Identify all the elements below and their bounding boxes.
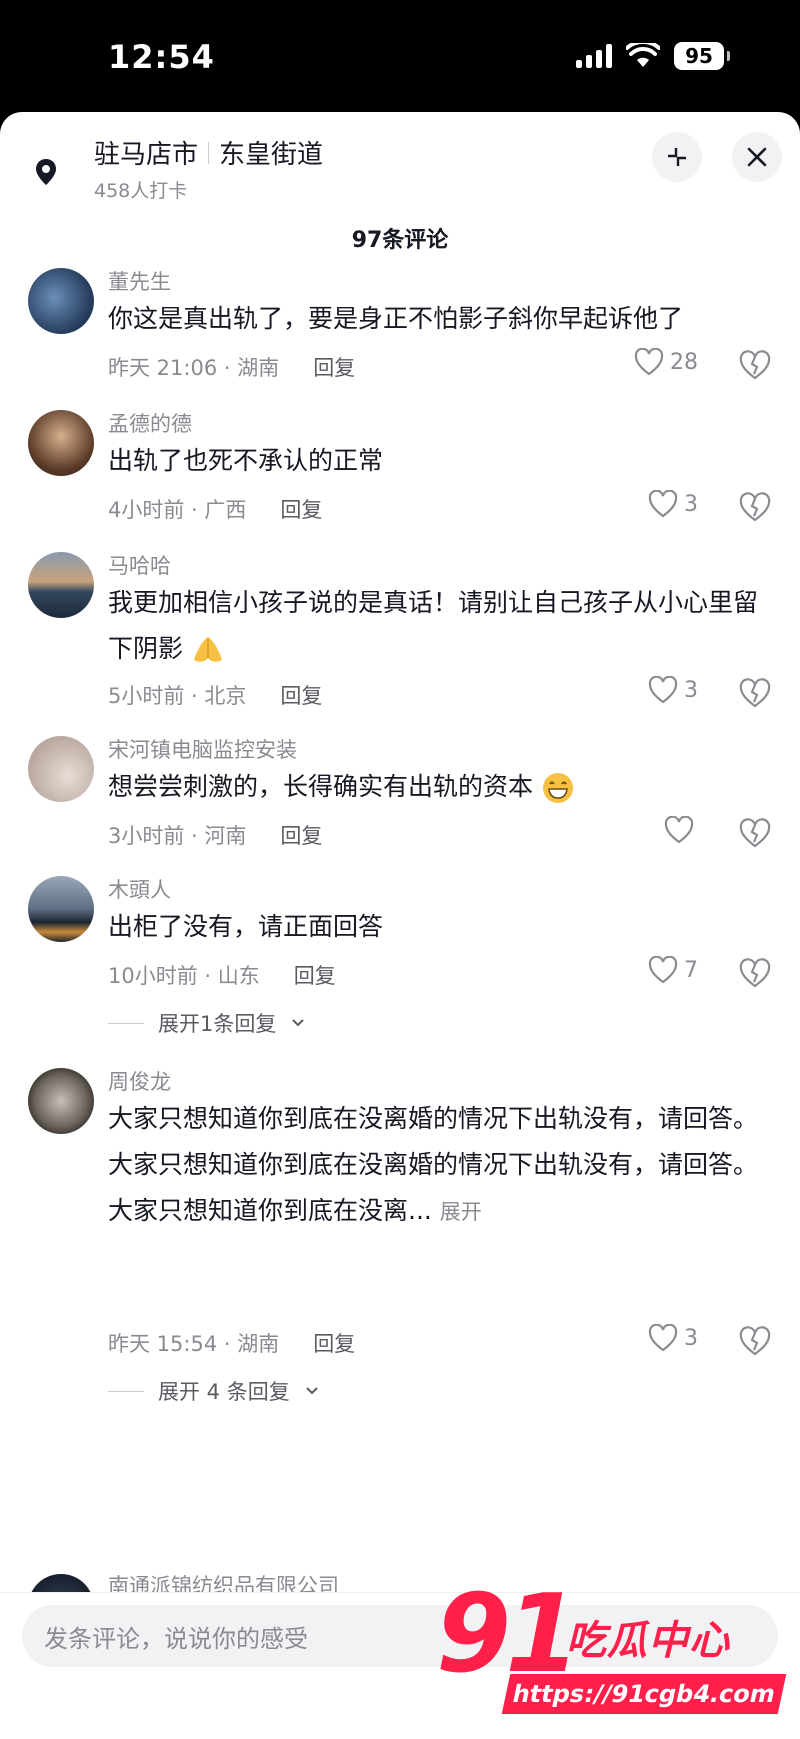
reply-button[interactable]: 回复 [294, 964, 336, 988]
comment-author[interactable]: 马哈哈 [108, 550, 171, 580]
comment-time-location: 10小时前 · 山东 [108, 964, 260, 988]
collapse-button[interactable] [652, 132, 702, 182]
comment-text: 大家只想知道你到底在没离婚的情况下出轨没有，请回答。 大家只想知道你到底在没离婚… [108, 1096, 768, 1235]
reply-button[interactable]: 回复 [313, 356, 355, 380]
reply-button[interactable]: 回复 [280, 498, 322, 522]
status-time: 12:54 [108, 38, 215, 76]
checkin-count: 458人打卡 [94, 180, 188, 202]
comment-time-location: 5小时前 · 北京 [108, 684, 247, 708]
reply-button[interactable]: 回复 [280, 824, 322, 848]
location-title: 驻马店市 东皇街道 [94, 134, 323, 171]
chevron-down-icon [306, 1387, 318, 1395]
status-bar: 12:54 95 [0, 0, 800, 112]
watermark-logo: 91 吃瓜中心 https://91cgb4.com [436, 1580, 796, 1730]
like-button[interactable]: 28 [634, 348, 698, 376]
broken-heart-icon[interactable] [738, 1324, 772, 1358]
comment-meta: 4小时前 · 广西 回复 [108, 494, 322, 524]
comment-meta: 3小时前 · 河南 回复 [108, 820, 322, 850]
watermark-url: https://91cgb4.com [501, 1674, 787, 1714]
like-count: 3 [684, 1325, 698, 1351]
avatar[interactable] [28, 1068, 94, 1134]
broken-heart-icon[interactable] [738, 348, 772, 382]
signal-icon [576, 44, 612, 68]
comment-author[interactable]: 周俊龙 [108, 1066, 171, 1096]
comment-time-location: 昨天 21:06 · 湖南 [108, 356, 280, 380]
location-pin-icon [36, 159, 56, 185]
comment-text: 出柜了没有，请正面回答 [108, 912, 384, 941]
battery-indicator: 95 [674, 42, 730, 70]
expand-replies-label: 展开 4 条回复 [158, 1380, 290, 1404]
comment-author[interactable]: 木頭人 [108, 874, 171, 904]
heart-icon [648, 676, 678, 704]
comment-time-location: 昨天 15:54 · 湖南 [108, 1332, 280, 1356]
watermark-brand: 吃瓜中心 [566, 1618, 730, 1664]
like-button[interactable]: 3 [648, 490, 698, 518]
expand-replies-button[interactable]: 展开1条回复 [108, 1008, 306, 1038]
like-count: 3 [684, 677, 698, 703]
broken-heart-icon[interactable] [738, 676, 772, 710]
avatar[interactable] [28, 268, 94, 334]
expand-replies-button[interactable]: 展开 4 条回复 [108, 1376, 320, 1406]
expand-text-button[interactable]: 展开 [440, 1200, 482, 1224]
comment-meta: 昨天 21:06 · 湖南 回复 [108, 352, 355, 382]
chevron-down-icon [292, 1019, 305, 1027]
comment-meta: 10小时前 · 山东 回复 [108, 960, 336, 990]
close-icon [747, 147, 767, 167]
reply-button[interactable]: 回复 [313, 1332, 355, 1356]
reply-button[interactable]: 回复 [280, 684, 322, 708]
status-icons: 95 [576, 42, 730, 70]
close-button[interactable] [732, 132, 782, 182]
comment-text-line: 大家只想知道你到底在没离婚的情况下出轨没有，请回答。 [108, 1150, 759, 1179]
comment-author[interactable]: 宋河镇电脑监控安装 [108, 734, 297, 764]
heart-icon [648, 490, 678, 518]
heart-icon [664, 816, 694, 844]
avatar[interactable] [28, 410, 94, 476]
comment-text: 我更加相信小孩子说的是真话！请别让自己孩子从小心里留下阴影 [108, 580, 768, 672]
like-count: 28 [670, 349, 698, 375]
comment-meta: 昨天 15:54 · 湖南 回复 [108, 1328, 355, 1358]
heart-icon [648, 1324, 678, 1352]
broken-heart-icon[interactable] [738, 490, 772, 524]
avatar[interactable] [28, 876, 94, 942]
expand-replies-label: 展开1条回复 [158, 1012, 277, 1036]
divider [208, 141, 210, 164]
like-count: 7 [684, 957, 698, 983]
grin-emoji-icon [542, 773, 573, 803]
avatar[interactable] [28, 736, 94, 802]
heart-icon [648, 956, 678, 984]
avatar[interactable] [28, 552, 94, 618]
heart-icon [634, 348, 664, 376]
divider [108, 1390, 144, 1392]
comment-text-line: 大家只想知道你到底在没离婚的情况下出轨没有，请回答。 [108, 1104, 759, 1133]
collapse-icon [668, 148, 686, 166]
comment-text: 想尝尝刺激的，长得确实有出轨的资本 [108, 764, 758, 810]
comments-count: 97条评论 [351, 228, 449, 253]
like-button[interactable] [664, 816, 694, 844]
broken-heart-icon[interactable] [738, 816, 772, 850]
like-button[interactable]: 3 [648, 676, 698, 704]
like-count: 3 [684, 491, 698, 517]
comments-sheet: 驻马店市 东皇街道 458人打卡 97条评论 董先生 你这是真出轨了，要是身正不… [0, 112, 800, 1739]
comment-text-line: 大家只想知道你到底在没离... 展开 [108, 1196, 482, 1225]
comment-text: 你这是真出轨了，要是身正不怕影子斜你早起诉他了 [108, 304, 684, 333]
divider [108, 1022, 144, 1024]
comment-author[interactable]: 孟德的德 [108, 408, 192, 438]
broken-heart-icon[interactable] [738, 956, 772, 990]
wifi-icon [626, 43, 660, 67]
comment-meta: 5小时前 · 北京 回复 [108, 680, 322, 710]
comment-time-location: 3小时前 · 河南 [108, 824, 247, 848]
like-button[interactable]: 7 [648, 956, 698, 984]
comment-time-location: 4小时前 · 广西 [108, 498, 247, 522]
location-city: 驻马店市 [94, 140, 199, 170]
comment-author[interactable]: 董先生 [108, 266, 171, 296]
location-street: 东皇街道 [219, 140, 324, 170]
comment-text: 出轨了也死不承认的正常 [108, 446, 384, 475]
pray-emoji-icon [193, 637, 222, 662]
comment-text-content: 想尝尝刺激的，长得确实有出轨的资本 [108, 772, 534, 801]
like-button[interactable]: 3 [648, 1324, 698, 1352]
